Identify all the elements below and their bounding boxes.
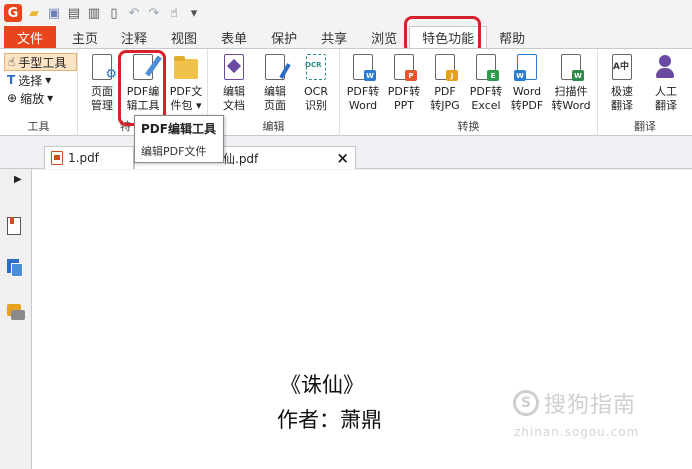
pdf-to-jpg-button[interactable]: J PDF 转JPG [425,53,465,113]
word-to-pdf-button[interactable]: W Word 转PDF [507,53,547,113]
tab-view[interactable]: 视图 [159,26,209,48]
tab-help[interactable]: 帮助 [487,26,537,48]
translate-group: A中 极速 翻译 人工 翻译 翻译 [598,49,692,136]
text-select-icon: T [7,73,16,87]
document-author: 作者：萧鼎 [277,408,382,432]
tooltip-title: PDF编辑工具 [141,122,216,136]
edit-group: 编辑 文档 编辑 页面 OCR OCR 识别 编辑 [208,49,340,136]
left-sidebar: ▶ [0,169,32,469]
customize-dropdown-icon[interactable]: ▾ [186,5,202,21]
redo-icon[interactable]: ↷ [146,5,162,21]
chevron-down-icon: ▾ [45,73,52,87]
watermark-url: zhinan.sogou.com [514,425,640,439]
pdf-to-excel-icon: E [473,53,499,83]
expand-panel-icon[interactable]: ▶ [14,174,22,185]
document-title: 《诛仙》 [280,373,364,397]
edit-group-label: 编辑 [262,120,285,133]
hand-icon: ☝ [8,55,16,69]
pdf-edit-tooltip: PDF编辑工具 编辑PDF文件 [134,115,224,163]
translate-group-label: 翻译 [634,120,656,133]
pdf-to-ppt-icon: P [391,53,417,83]
doc-tab-label: 1.pdf [68,151,99,165]
document-tab-bar: 1.pdf 仙.pdf × [0,137,692,169]
convert-group: W PDF转 Word P PDF转 PPT J PDF 转JPG E PDF转… [340,49,598,136]
tools-group: ☝ 手型工具 T 选择 ▾ ⊕ 缩放 ▾ 工具 [0,49,78,136]
hand-tool-label: 手型工具 [18,55,67,70]
chevron-down-icon: ▾ [47,91,54,105]
convert-group-label: 转换 [457,120,480,133]
edit-page-icon [262,53,291,83]
open-folder-icon[interactable]: ▰ [26,5,42,21]
tab-home[interactable]: 主页 [56,26,109,48]
pdf-file-icon [51,151,63,165]
pdf-to-excel-button[interactable]: E PDF转 Excel [466,53,506,113]
fast-translate-button[interactable]: A中 极速 翻译 [602,53,642,113]
ocr-button[interactable]: OCR OCR 识别 [296,53,336,113]
ribbon: ☝ 手型工具 T 选择 ▾ ⊕ 缩放 ▾ 工具 ⚙ 页面 管理 PDF编 辑工具… [0,48,692,136]
scan-to-word-icon: W [558,53,584,83]
page-manage-icon: ⚙ [89,53,117,83]
edit-page-button[interactable]: 编辑 页面 [255,53,295,113]
select-tool-label: 选择 [18,73,43,88]
pdf-to-ppt-button[interactable]: P PDF转 PPT [384,53,424,113]
watermark-text: 搜狗指南 [544,393,637,418]
bookmark-icon[interactable] [7,217,25,235]
app-logo-icon[interactable]: G [4,4,22,22]
pdf-to-jpg-icon: J [432,53,458,83]
zoom-icon: ⊕ [7,91,18,105]
tab-form[interactable]: 表单 [209,26,259,48]
pdf-package-icon [173,53,199,83]
close-tab-icon[interactable]: × [336,149,349,167]
thumbnails-icon[interactable] [7,259,25,277]
new-document-icon[interactable]: ▯ [106,5,122,21]
pdf-to-word-button[interactable]: W PDF转 Word [343,53,383,113]
pdf-to-word-icon: W [350,53,376,83]
menu-tab-bar: 文件 主页 注释 视图 表单 保护 共享 浏览 特色功能 帮助 [0,26,692,48]
select-tool-button[interactable]: T 选择 ▾ [4,71,77,89]
pdf-package-button[interactable]: PDF文 件包 ▾ [166,53,206,113]
comments-icon[interactable] [7,304,25,322]
fast-translate-icon: A中 [609,53,635,83]
tab-browse[interactable]: 浏览 [359,26,409,48]
doc-tab-1pdf[interactable]: 1.pdf [44,146,134,169]
human-translate-icon [653,53,679,83]
edit-document-button[interactable]: 编辑 文档 [214,53,254,113]
edit-document-icon [221,53,247,83]
tab-share[interactable]: 共享 [309,26,359,48]
tab-comment[interactable]: 注释 [109,26,159,48]
tooltip-description: 编辑PDF文件 [141,145,207,158]
zoom-tool-button[interactable]: ⊕ 缩放 ▾ [4,89,77,107]
sogou-logo-icon: S [513,390,539,416]
tools-group-label: 工具 [27,120,50,133]
tab-file[interactable]: 文件 [4,26,56,48]
scan-icon[interactable]: ▥ [86,5,102,21]
save-icon[interactable]: ▣ [46,5,62,21]
quick-access-toolbar: G ▰ ▣ ▤ ▥ ▯ ↶ ↷ ☝ ▾ [0,0,692,26]
word-to-pdf-icon: W [514,53,540,83]
ocr-icon: OCR [303,53,329,83]
hand-tool-quick-icon[interactable]: ☝ [166,5,182,21]
scan-to-word-button[interactable]: W 扫描件 转Word [548,53,594,113]
print-icon[interactable]: ▤ [66,5,82,21]
human-translate-button[interactable]: 人工 翻译 [646,53,686,113]
tab-protect[interactable]: 保护 [259,26,309,48]
undo-icon[interactable]: ↶ [126,5,142,21]
sogou-watermark: S 搜狗指南 [513,387,636,419]
hand-tool-button[interactable]: ☝ 手型工具 [4,53,77,71]
page-manage-button[interactable]: ⚙ 页面 管理 [82,53,122,113]
zoom-tool-label: 缩放 [20,91,45,106]
